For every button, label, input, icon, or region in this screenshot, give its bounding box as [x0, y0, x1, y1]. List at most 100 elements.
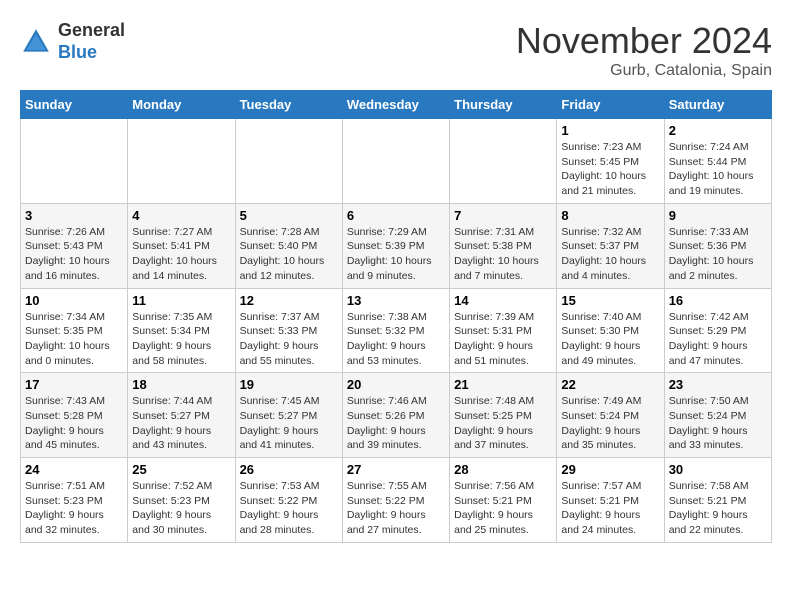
day-info: Sunrise: 7:48 AMSunset: 5:25 PMDaylight:… [454, 394, 552, 453]
day-info: Sunrise: 7:52 AMSunset: 5:23 PMDaylight:… [132, 479, 230, 538]
calendar-cell [450, 119, 557, 204]
weekday-header-monday: Monday [128, 91, 235, 119]
calendar-cell: 12 Sunrise: 7:37 AMSunset: 5:33 PMDayligh… [235, 288, 342, 373]
day-number: 29 [561, 462, 659, 477]
day-info: Sunrise: 7:40 AMSunset: 5:30 PMDaylight:… [561, 310, 659, 369]
weekday-header-saturday: Saturday [664, 91, 771, 119]
calendar-cell: 18Sunrise: 7:44 AMSunset: 5:27 PMDayligh… [128, 373, 235, 458]
calendar-cell: 7Sunrise: 7:31 AMSunset: 5:38 PMDaylight… [450, 203, 557, 288]
calendar-cell: 11 Sunrise: 7:35 AMSunset: 5:34 PMDayligh… [128, 288, 235, 373]
day-info: Sunrise: 7:35 AMSunset: 5:34 PMDaylight:… [132, 310, 230, 369]
calendar-week-1: 1 Sunrise: 7:23 AMSunset: 5:45 PMDaylight… [21, 119, 772, 204]
calendar-cell: 19 Sunrise: 7:45 AMSunset: 5:27 PMDayligh… [235, 373, 342, 458]
day-number: 15 [561, 293, 659, 308]
day-number: 8 [561, 208, 659, 223]
calendar-cell: 1 Sunrise: 7:23 AMSunset: 5:45 PMDaylight… [557, 119, 664, 204]
day-number: 20 [347, 377, 445, 392]
calendar-cell: 27Sunrise: 7:55 AMSunset: 5:22 PMDayligh… [342, 458, 449, 543]
calendar-cell: 20 Sunrise: 7:46 AMSunset: 5:26 PMDayligh… [342, 373, 449, 458]
day-number: 19 [240, 377, 338, 392]
calendar-week-3: 10Sunrise: 7:34 AMSunset: 5:35 PMDayligh… [21, 288, 772, 373]
calendar-cell: 15 Sunrise: 7:40 AMSunset: 5:30 PMDayligh… [557, 288, 664, 373]
location-subtitle: Gurb, Catalonia, Spain [516, 62, 772, 80]
day-number: 21 [454, 377, 552, 392]
calendar-cell: 10Sunrise: 7:34 AMSunset: 5:35 PMDayligh… [21, 288, 128, 373]
calendar-cell: 17 Sunrise: 7:43 AMSunset: 5:28 PMDayligh… [21, 373, 128, 458]
title-section: November 2024 Gurb, Catalonia, Spain [516, 20, 772, 80]
day-info: Sunrise: 7:46 AMSunset: 5:26 PMDaylight:… [347, 394, 445, 453]
calendar-cell: 29 Sunrise: 7:57 AMSunset: 5:21 PMDayligh… [557, 458, 664, 543]
day-info: Sunrise: 7:51 AMSunset: 5:23 PMDaylight:… [25, 479, 123, 538]
day-number: 1 [561, 123, 659, 138]
day-info: Sunrise: 7:39 AMSunset: 5:31 PMDaylight:… [454, 310, 552, 369]
day-info: Sunrise: 7:44 AMSunset: 5:27 PMDaylight:… [132, 394, 230, 453]
calendar-cell: 8 Sunrise: 7:32 AMSunset: 5:37 PMDaylight… [557, 203, 664, 288]
day-info: Sunrise: 7:53 AMSunset: 5:22 PMDaylight:… [240, 479, 338, 538]
day-info: Sunrise: 7:37 AMSunset: 5:33 PMDaylight:… [240, 310, 338, 369]
calendar-cell: 21 Sunrise: 7:48 AMSunset: 5:25 PMDayligh… [450, 373, 557, 458]
day-number: 24 [25, 462, 123, 477]
day-info: Sunrise: 7:32 AMSunset: 5:37 PMDaylight:… [561, 225, 659, 284]
calendar-week-4: 17 Sunrise: 7:43 AMSunset: 5:28 PMDayligh… [21, 373, 772, 458]
weekday-row: SundayMondayTuesdayWednesdayThursdayFrid… [21, 91, 772, 119]
day-info: Sunrise: 7:50 AMSunset: 5:24 PMDaylight:… [669, 394, 767, 453]
day-number: 6 [347, 208, 445, 223]
day-info: Sunrise: 7:55 AMSunset: 5:22 PMDaylight:… [347, 479, 445, 538]
calendar-week-5: 24 Sunrise: 7:51 AMSunset: 5:23 PMDayligh… [21, 458, 772, 543]
day-info: Sunrise: 7:49 AMSunset: 5:24 PMDaylight:… [561, 394, 659, 453]
day-number: 5 [240, 208, 338, 223]
calendar-cell: 2 Sunrise: 7:24 AMSunset: 5:44 PMDaylight… [664, 119, 771, 204]
calendar-cell: 28 Sunrise: 7:56 AMSunset: 5:21 PMDayligh… [450, 458, 557, 543]
calendar-cell [21, 119, 128, 204]
day-number: 9 [669, 208, 767, 223]
calendar-cell [235, 119, 342, 204]
day-number: 13 [347, 293, 445, 308]
weekday-header-thursday: Thursday [450, 91, 557, 119]
day-info: Sunrise: 7:23 AMSunset: 5:45 PMDaylight:… [561, 140, 659, 199]
day-number: 2 [669, 123, 767, 138]
day-number: 30 [669, 462, 767, 477]
day-number: 16 [669, 293, 767, 308]
day-number: 10 [25, 293, 123, 308]
weekday-header-tuesday: Tuesday [235, 91, 342, 119]
calendar-cell: 23 Sunrise: 7:50 AMSunset: 5:24 PMDayligh… [664, 373, 771, 458]
day-info: Sunrise: 7:38 AMSunset: 5:32 PMDaylight:… [347, 310, 445, 369]
logo-icon [20, 26, 52, 58]
day-info: Sunrise: 7:56 AMSunset: 5:21 PMDaylight:… [454, 479, 552, 538]
logo-text-general: General [58, 20, 125, 40]
day-number: 12 [240, 293, 338, 308]
calendar-cell: 13 Sunrise: 7:38 AMSunset: 5:32 PMDayligh… [342, 288, 449, 373]
calendar-cell: 25Sunrise: 7:52 AMSunset: 5:23 PMDayligh… [128, 458, 235, 543]
day-info: Sunrise: 7:24 AMSunset: 5:44 PMDaylight:… [669, 140, 767, 199]
calendar-cell: 16Sunrise: 7:42 AMSunset: 5:29 PMDayligh… [664, 288, 771, 373]
day-number: 3 [25, 208, 123, 223]
calendar-cell: 4 Sunrise: 7:27 AMSunset: 5:41 PMDaylight… [128, 203, 235, 288]
logo: General Blue [20, 20, 125, 63]
day-number: 4 [132, 208, 230, 223]
calendar-cell: 26 Sunrise: 7:53 AMSunset: 5:22 PMDayligh… [235, 458, 342, 543]
day-number: 14 [454, 293, 552, 308]
calendar-header: SundayMondayTuesdayWednesdayThursdayFrid… [21, 91, 772, 119]
calendar-table: SundayMondayTuesdayWednesdayThursdayFrid… [20, 90, 772, 543]
day-number: 28 [454, 462, 552, 477]
day-info: Sunrise: 7:27 AMSunset: 5:41 PMDaylight:… [132, 225, 230, 284]
calendar-cell [342, 119, 449, 204]
calendar-cell: 3Sunrise: 7:26 AMSunset: 5:43 PMDaylight… [21, 203, 128, 288]
day-number: 17 [25, 377, 123, 392]
calendar-cell [128, 119, 235, 204]
logo-text-blue: Blue [58, 42, 97, 62]
day-number: 7 [454, 208, 552, 223]
calendar-body: 1 Sunrise: 7:23 AMSunset: 5:45 PMDaylight… [21, 119, 772, 543]
day-number: 22 [561, 377, 659, 392]
day-info: Sunrise: 7:28 AMSunset: 5:40 PMDaylight:… [240, 225, 338, 284]
day-info: Sunrise: 7:45 AMSunset: 5:27 PMDaylight:… [240, 394, 338, 453]
calendar-cell: 14 Sunrise: 7:39 AMSunset: 5:31 PMDayligh… [450, 288, 557, 373]
day-info: Sunrise: 7:57 AMSunset: 5:21 PMDaylight:… [561, 479, 659, 538]
day-number: 26 [240, 462, 338, 477]
day-info: Sunrise: 7:43 AMSunset: 5:28 PMDaylight:… [25, 394, 123, 453]
weekday-header-friday: Friday [557, 91, 664, 119]
day-number: 23 [669, 377, 767, 392]
day-number: 11 [132, 293, 230, 308]
weekday-header-sunday: Sunday [21, 91, 128, 119]
calendar-cell: 6Sunrise: 7:29 AMSunset: 5:39 PMDaylight… [342, 203, 449, 288]
